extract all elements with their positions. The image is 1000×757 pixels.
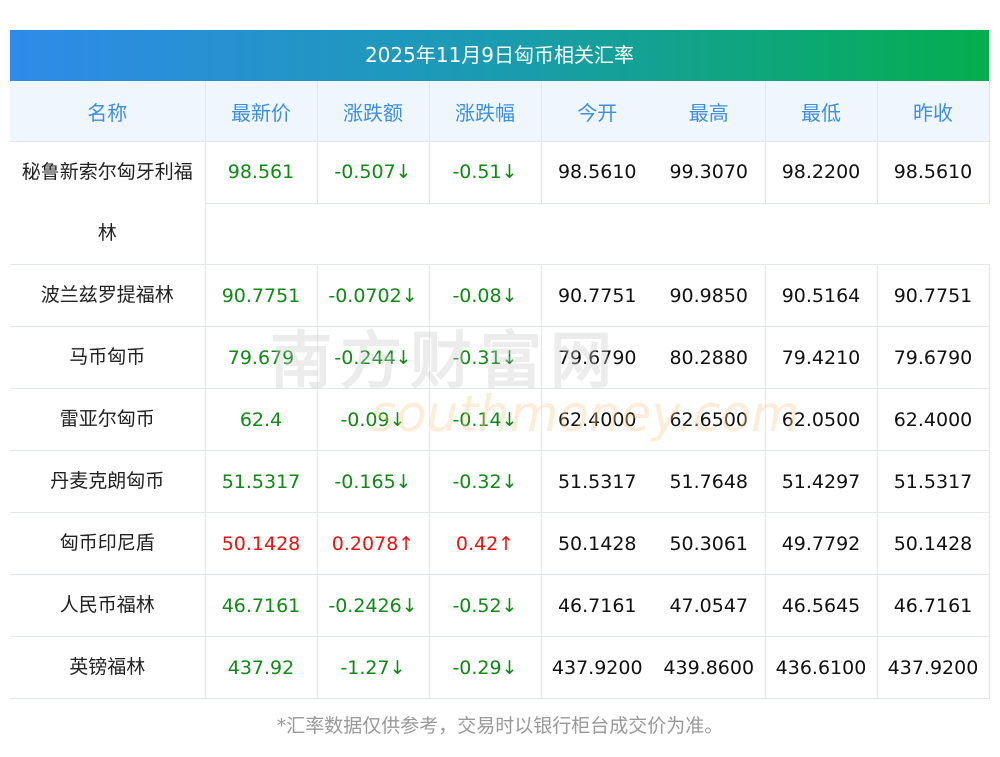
low-cell: 98.2200 <box>765 141 878 204</box>
currency-name: 匈币印尼盾 <box>10 512 206 575</box>
header-change: 涨跌额 <box>317 81 430 142</box>
open-cell: 98.5610 <box>541 141 653 204</box>
open-cell: 79.6790 <box>541 326 653 389</box>
change-percent-cell: -0.32↓ <box>429 450 542 513</box>
open-cell: 62.4000 <box>541 388 653 451</box>
change-percent-cell: -0.52↓ <box>429 574 542 637</box>
low-cell: 62.0500 <box>765 388 878 451</box>
open-cell: 46.7161 <box>541 574 653 637</box>
change-percent-cell: -0.08↓ <box>429 264 542 327</box>
header-low: 最低 <box>765 81 878 142</box>
header-open: 今开 <box>541 81 653 142</box>
currency-name: 雷亚尔匈币 <box>10 388 206 451</box>
high-cell: 439.8600 <box>653 636 766 699</box>
prev-close-cell: 79.6790 <box>877 326 990 389</box>
empty-cell <box>205 203 989 265</box>
header-pct: 涨跌幅 <box>429 81 542 142</box>
change-percent-cell: -0.29↓ <box>429 636 542 699</box>
prev-close-cell: 50.1428 <box>877 512 990 575</box>
latest-price-cell: 46.7161 <box>205 574 318 637</box>
latest-price-cell: 51.5317 <box>205 450 318 513</box>
low-cell: 51.4297 <box>765 450 878 513</box>
prev-close-cell: 90.7751 <box>877 264 990 327</box>
change-percent-cell: -0.14↓ <box>429 388 542 451</box>
change-percent-cell: -0.31↓ <box>429 326 542 389</box>
prev-close-cell: 46.7161 <box>877 574 990 637</box>
currency-name: 人民币福林 <box>10 574 206 637</box>
change-amount-cell: -0.165↓ <box>317 450 430 513</box>
open-cell: 437.9200 <box>541 636 653 699</box>
header-prev: 昨收 <box>877 81 990 142</box>
prev-close-cell: 62.4000 <box>877 388 990 451</box>
high-cell: 80.2880 <box>653 326 766 389</box>
change-amount-cell: 0.2078↑ <box>317 512 430 575</box>
low-cell: 46.5645 <box>765 574 878 637</box>
currency-name: 丹麦克朗匈币 <box>10 450 206 513</box>
change-amount-cell: -1.27↓ <box>317 636 430 699</box>
latest-price-cell: 437.92 <box>205 636 318 699</box>
low-cell: 90.5164 <box>765 264 878 327</box>
high-cell: 99.3070 <box>653 141 766 204</box>
latest-price-cell: 62.4 <box>205 388 318 451</box>
open-cell: 51.5317 <box>541 450 653 513</box>
change-amount-cell: -0.2426↓ <box>317 574 430 637</box>
latest-price-cell: 79.679 <box>205 326 318 389</box>
high-cell: 90.9850 <box>653 264 766 327</box>
high-cell: 51.7648 <box>653 450 766 513</box>
table-row: 马币匈币 79.679 -0.244↓ -0.31↓ 79.6790 80.2880 79.… <box>10 326 990 389</box>
table-row: 丹麦克朗匈币 51.5317 -0.165↓ -0.32↓ 51.5317 51.7648… <box>10 450 990 513</box>
high-cell: 50.3061 <box>653 512 766 575</box>
open-cell: 50.1428 <box>541 512 653 575</box>
header-name: 名称 <box>10 81 206 142</box>
currency-name: 波兰兹罗提福林 <box>10 264 206 327</box>
prev-close-cell: 98.5610 <box>877 141 990 204</box>
change-amount-cell: -0.0702↓ <box>317 264 430 327</box>
table-row: 人民币福林 46.7161 -0.2426↓ -0.52↓ 46.7161 47.0547… <box>10 574 990 637</box>
header-latest: 最新价 <box>205 81 318 142</box>
low-cell: 79.4210 <box>765 326 878 389</box>
table-title: 2025年11月9日匈币相关汇率 <box>10 30 989 81</box>
table-row: 匈币印尼盾 50.1428 0.2078↑ 0.42↑ 50.1428 50.3061 49… <box>10 512 990 575</box>
change-percent-cell: 0.42↑ <box>429 512 542 575</box>
low-cell: 49.7792 <box>765 512 878 575</box>
change-amount-cell: -0.09↓ <box>317 388 430 451</box>
change-amount-cell: -0.244↓ <box>317 326 430 389</box>
table-row: 波兰兹罗提福林 90.7751 -0.0702↓ -0.08↓ 90.7751 90.98… <box>10 264 990 327</box>
prev-close-cell: 51.5317 <box>877 450 990 513</box>
disclaimer-note: *汇率数据仅供参考，交易时以银行柜台成交价为准。 <box>276 715 724 737</box>
table-row: 雷亚尔匈币 62.4 -0.09↓ -0.14↓ 62.4000 62.6500 62.05… <box>10 388 990 451</box>
latest-price-cell: 90.7751 <box>205 264 318 327</box>
table-header-row: 名称 最新价 涨跌额 涨跌幅 今开 最高 最低 昨收 <box>10 81 990 142</box>
high-cell: 47.0547 <box>653 574 766 637</box>
change-amount-cell: -0.507↓ <box>317 141 430 204</box>
open-cell: 90.7751 <box>541 264 653 327</box>
table-row: 秘鲁新索尔匈牙利福林 98.561 -0.507↓ -0.51↓ 98.5610 99.3… <box>10 141 990 265</box>
latest-price-cell: 98.561 <box>205 141 318 204</box>
prev-close-cell: 437.9200 <box>877 636 990 699</box>
currency-name: 秘鲁新索尔匈牙利福林 <box>10 141 206 265</box>
latest-price-cell: 50.1428 <box>205 512 318 575</box>
header-high: 最高 <box>653 81 766 142</box>
currency-name: 马币匈币 <box>10 326 206 389</box>
low-cell: 436.6100 <box>765 636 878 699</box>
change-percent-cell: -0.51↓ <box>429 141 542 204</box>
exchange-rate-table: 名称 最新价 涨跌额 涨跌幅 今开 最高 最低 昨收 秘鲁新索尔匈牙利福林 98.… <box>10 81 990 699</box>
currency-name: 英镑福林 <box>10 636 206 699</box>
table-row: 英镑福林 437.92 -1.27↓ -0.29↓ 437.9200 439.8600 43… <box>10 636 990 699</box>
high-cell: 62.6500 <box>653 388 766 451</box>
